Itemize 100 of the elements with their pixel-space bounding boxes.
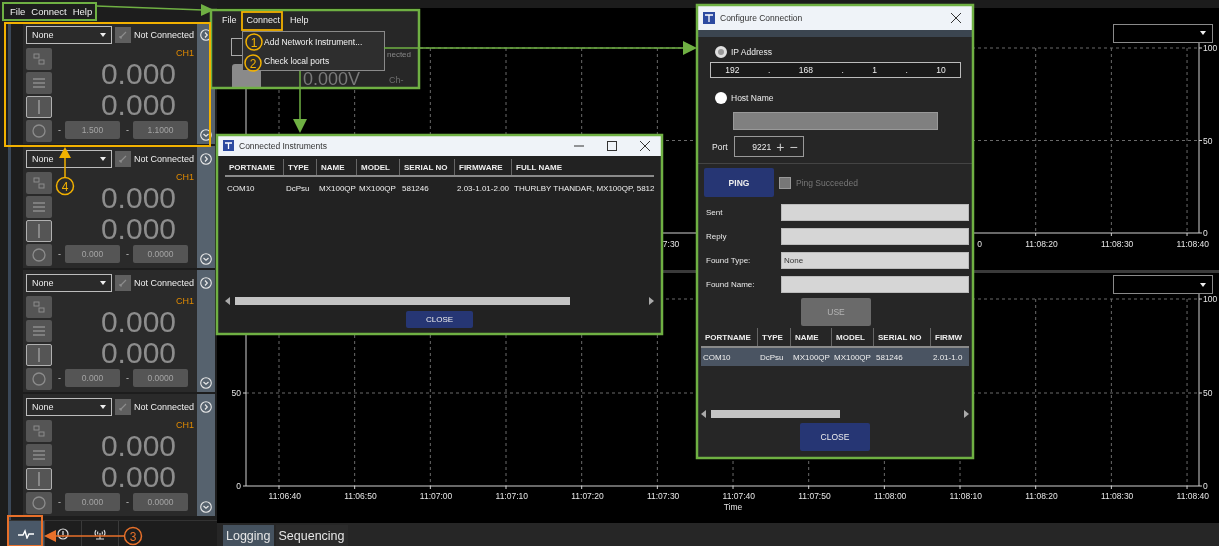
host-name-field[interactable]	[733, 112, 938, 130]
menu-option[interactable]: Check local ports	[264, 55, 384, 66]
table-row[interactable]: COM10 DcPsu MX100QP MX100QP 581246 2.01-1.0	[701, 348, 969, 366]
checkbox[interactable]	[779, 176, 791, 189]
table-cell-text: 2.03-1.01-2.00	[456, 183, 511, 193]
chevron-down-icon	[200, 501, 212, 513]
annotation-arrow	[59, 147, 71, 178]
device-dropdown[interactable]: None	[26, 397, 113, 416]
field-label: Found Name:	[706, 279, 756, 289]
channel-label: Ch-	[389, 75, 404, 85]
axis-label: 0	[977, 238, 983, 249]
column-header[interactable]: MODEL	[832, 328, 874, 346]
chevron-down-button[interactable]	[200, 253, 212, 265]
column-header[interactable]: TYPE	[758, 328, 791, 346]
port-label: Port	[712, 141, 728, 152]
menu-item[interactable]: Connect	[246, 15, 281, 25]
chevron-down-button[interactable]	[200, 377, 212, 389]
chevron-right-button[interactable]	[200, 401, 212, 413]
axis-label: 11:08:30	[1100, 491, 1134, 502]
axis-label: 11:08:20	[1025, 491, 1058, 502]
maximize-icon	[607, 140, 617, 151]
menu-option[interactable]: Add Network Instrument...	[264, 36, 384, 47]
pencil-button[interactable]	[115, 26, 131, 43]
reading-value: 0.000	[100, 337, 176, 368]
scrollbar-thumb[interactable]	[235, 297, 571, 305]
ip-address-field[interactable]: 192 . 168 . 1 . 10	[710, 62, 961, 78]
axis-label: 11:06:50	[344, 491, 377, 502]
input-field[interactable]: None	[781, 251, 969, 269]
column-header[interactable]: NAME	[317, 159, 357, 175]
axis-label: 11:07:50	[798, 491, 831, 502]
squares-icon	[33, 53, 45, 65]
menu-item[interactable]: Help	[72, 5, 93, 17]
axis-label: 11:08:00	[873, 491, 907, 502]
pencil-button[interactable]	[115, 150, 131, 167]
callout-badge: 2	[244, 54, 262, 72]
device-dropdown[interactable]: None	[26, 273, 113, 292]
menu-item[interactable]: File	[10, 5, 26, 17]
axis-label: 11:07:30	[646, 491, 680, 502]
column-header[interactable]: FULL NAME	[512, 159, 662, 175]
chevron-down-button[interactable]	[200, 129, 212, 141]
column-header[interactable]: MODEL	[357, 159, 400, 175]
column-header[interactable]: PORTNAME	[225, 159, 284, 175]
axis-label: 100	[1203, 42, 1218, 53]
scroll-right-icon[interactable]	[963, 410, 969, 418]
menu-item[interactable]: File	[222, 15, 237, 25]
ping-button[interactable]: PING	[704, 168, 774, 197]
view-tab[interactable]: Sequencing	[275, 525, 348, 546]
table-cell-text: MX100QP	[833, 352, 872, 362]
menu-item[interactable]: Connect	[31, 5, 67, 17]
column-header[interactable]: PORTNAME	[701, 328, 758, 346]
pencil-icon	[118, 277, 129, 288]
scroll-left-icon[interactable]	[225, 297, 231, 305]
circle-icon	[32, 248, 46, 262]
bar-button[interactable]	[26, 344, 52, 366]
scroll-left-icon[interactable]	[701, 410, 707, 418]
chevron-right-button[interactable]	[200, 29, 212, 41]
column-header[interactable]: SERIAL NO	[400, 159, 455, 175]
callout-badge: 3	[123, 526, 143, 546]
chevron-down-icon	[200, 129, 212, 141]
radio-label: IP Address	[731, 47, 772, 57]
chevron-right-button[interactable]	[200, 153, 212, 165]
pencil-button[interactable]	[115, 274, 131, 291]
input-field[interactable]	[781, 227, 969, 245]
axis-label: 11:08:20	[1025, 238, 1058, 249]
scrollbar-thumb[interactable]	[711, 410, 840, 418]
pencil-button[interactable]	[115, 398, 131, 415]
chart-dropdown[interactable]	[1113, 275, 1213, 295]
lines-icon	[32, 202, 46, 212]
view-tab[interactable]: Logging	[223, 525, 274, 546]
column-header[interactable]: TYPE	[284, 159, 317, 175]
close-button[interactable]: CLOSE	[406, 311, 473, 328]
radio-button[interactable]	[715, 92, 727, 104]
sign-label: -	[126, 496, 129, 507]
bar-button[interactable]	[26, 220, 52, 242]
column-header[interactable]: NAME	[791, 328, 832, 346]
chevron-down-button[interactable]	[200, 501, 212, 513]
table-cell-text: COM10	[226, 183, 256, 193]
device-dropdown[interactable]: None	[26, 25, 113, 44]
input-field[interactable]	[781, 203, 969, 221]
column-header[interactable]: FIRMWARE	[455, 159, 512, 175]
chevron-right-button[interactable]	[200, 277, 212, 289]
input-field[interactable]	[781, 275, 969, 293]
column-header[interactable]: SERIAL NO	[874, 328, 931, 346]
scroll-right-icon[interactable]	[648, 297, 654, 305]
menu-item[interactable]: Help	[290, 15, 309, 25]
reading-value: 0.000	[100, 461, 176, 492]
port-field[interactable]: 9221 + −	[733, 136, 804, 157]
bar-button[interactable]	[26, 468, 52, 490]
axis-label: 0	[1203, 481, 1208, 492]
axis-label: 11:07:00	[419, 491, 453, 502]
channel-label: CH1	[176, 296, 194, 306]
chart-dropdown[interactable]	[1113, 23, 1213, 43]
radio-button[interactable]	[715, 46, 727, 58]
axis-label: 0	[1203, 227, 1208, 238]
axis-label: 50	[1203, 135, 1213, 146]
column-header[interactable]: FIRMW	[931, 328, 969, 346]
reading-value: 0.000	[100, 430, 176, 461]
bar-button[interactable]	[26, 96, 52, 118]
close-button[interactable]: CLOSE	[800, 423, 870, 451]
circle-icon	[32, 496, 46, 510]
